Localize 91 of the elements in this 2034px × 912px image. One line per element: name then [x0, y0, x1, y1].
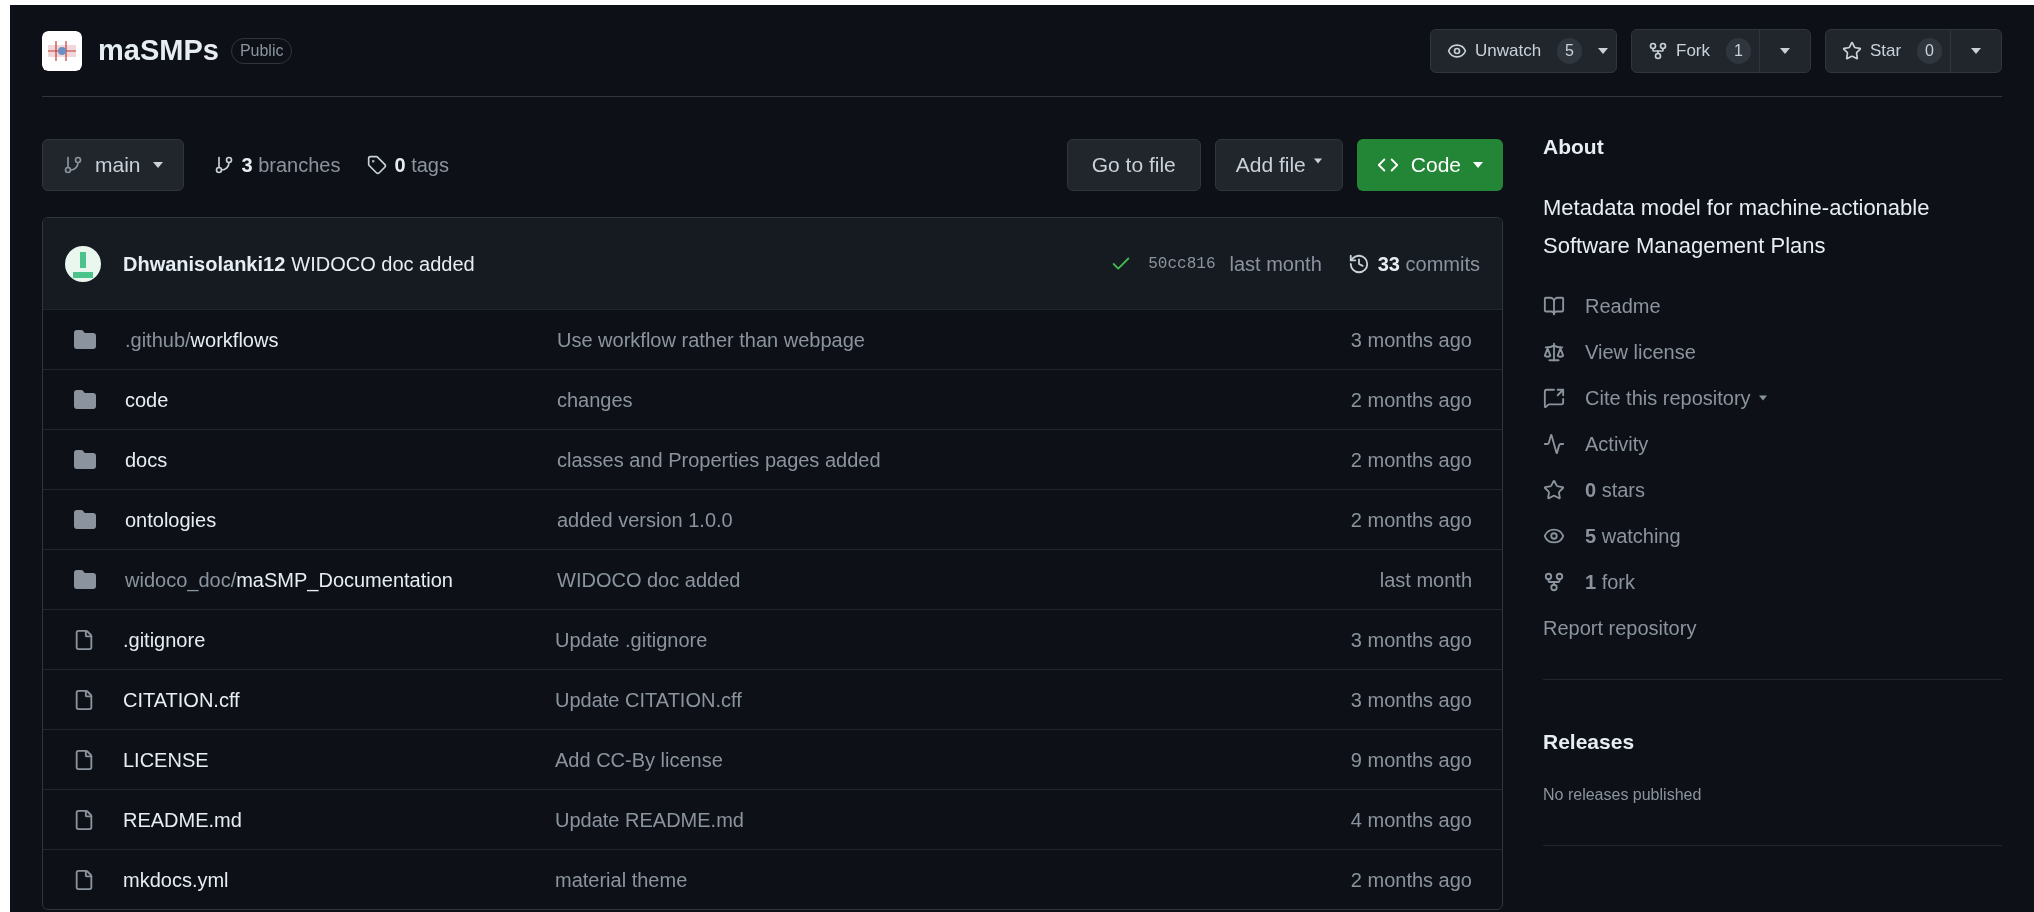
- sidebar-link[interactable]: View license: [1585, 336, 1696, 367]
- code-button[interactable]: Code: [1356, 139, 1503, 191]
- file-icon: [73, 688, 95, 711]
- commit-time: 2 months ago: [1350, 867, 1472, 893]
- commit-message-link[interactable]: changes: [557, 384, 1351, 415]
- commit-message-link[interactable]: added version 1.0.0: [557, 504, 1351, 535]
- commit-time: 4 months ago: [1350, 807, 1472, 833]
- commit-message-link[interactable]: Update CITATION.cff: [555, 684, 1351, 715]
- commit-time: last month: [1379, 567, 1472, 593]
- commit-message-link[interactable]: classes and Properties pages added: [557, 444, 1351, 475]
- file-icon: [73, 808, 95, 831]
- commit-time: 2 months ago: [1350, 387, 1472, 413]
- sidebar-link[interactable]: Activity: [1585, 428, 1649, 459]
- releases-heading: Releases: [1543, 728, 1636, 755]
- about-heading: About: [1543, 134, 1605, 160]
- repo-description: Metadata model for machine-actionable Software Management Plans: [1543, 193, 1931, 260]
- commit-message-link[interactable]: Update .gitignore: [555, 624, 1351, 655]
- tags-link[interactable]: 0 tags: [366, 150, 449, 180]
- commits-link[interactable]: 33 commits: [1377, 248, 1480, 279]
- branch-select[interactable]: main: [42, 139, 184, 191]
- file-link[interactable]: ontologies: [125, 504, 557, 535]
- caret-icon: [1473, 162, 1483, 168]
- commit-message-link[interactable]: Add CC-By license: [555, 744, 1351, 775]
- counter: 1: [1726, 37, 1751, 64]
- folder-icon: [73, 387, 97, 412]
- folder-icon: [73, 567, 97, 592]
- caret-icon: [1313, 158, 1322, 164]
- book-icon: [1543, 294, 1565, 317]
- add-file-button[interactable]: Add file: [1214, 139, 1343, 191]
- tag-icon: [366, 155, 387, 175]
- caret-icon: [1758, 394, 1767, 401]
- caret-icon: [1779, 47, 1790, 54]
- commit-time: 9 months ago: [1350, 747, 1472, 773]
- sidebar-link[interactable]: 1 fork: [1585, 566, 1636, 597]
- commit-message[interactable]: WIDOCO doc added: [291, 248, 475, 279]
- pulse-icon: [1543, 432, 1565, 455]
- sidebar-link[interactable]: 0 stars: [1585, 474, 1646, 505]
- commit-sha[interactable]: 50cc816: [1148, 251, 1216, 276]
- commit-message-link[interactable]: Update README.md: [555, 804, 1351, 835]
- folder-icon: [73, 447, 97, 472]
- file-icon: [73, 868, 95, 891]
- commit-time: 3 months ago: [1350, 627, 1472, 653]
- report-link[interactable]: Report repository: [1543, 612, 2002, 643]
- folder-icon: [73, 327, 97, 352]
- commit-message-link[interactable]: WIDOCO doc added: [557, 564, 1380, 595]
- folder-icon: [73, 507, 97, 532]
- sidebar-link[interactable]: Cite this repository: [1585, 382, 1767, 413]
- file-link[interactable]: CITATION.cff: [123, 684, 555, 715]
- history-icon: [1347, 252, 1370, 275]
- quote-share-icon: [1543, 386, 1565, 409]
- repo-logo-icon: [42, 30, 82, 71]
- star-icon: [1543, 478, 1565, 501]
- file-link[interactable]: LICENSE: [123, 744, 555, 775]
- commit-time: 3 months ago: [1350, 327, 1472, 353]
- sidebar-link[interactable]: Readme: [1585, 290, 1661, 321]
- counter: 5: [1557, 37, 1582, 64]
- commit-time: 3 months ago: [1350, 687, 1472, 713]
- file-link[interactable]: mkdocs.yml: [123, 864, 555, 895]
- scale-icon: [1543, 340, 1565, 363]
- counter: 0: [1917, 37, 1942, 64]
- caret-icon: [1971, 47, 1981, 54]
- caret-icon: [152, 162, 163, 168]
- releases-note: No releases published: [1543, 785, 1703, 805]
- file-icon: [73, 748, 95, 771]
- commit-message-link[interactable]: Use workflow rather than webpage: [557, 324, 1351, 355]
- avatar-icon: [65, 245, 101, 282]
- file-link[interactable]: .github/workflows: [125, 324, 557, 355]
- fork-icon: [1648, 40, 1668, 61]
- star-button[interactable]: Star: [1825, 29, 1918, 72]
- file-link[interactable]: .gitignore: [123, 624, 555, 655]
- fork-button[interactable]: Fork: [1632, 29, 1726, 72]
- file-link[interactable]: code: [125, 384, 557, 415]
- star-icon: [1841, 40, 1862, 61]
- branch-icon: [63, 155, 83, 175]
- commit-time: last month: [1229, 251, 1322, 277]
- repo-name[interactable]: maSMPs: [98, 28, 219, 73]
- branches-link[interactable]: 3 branches: [213, 150, 341, 180]
- go-to-file-button[interactable]: Go to file: [1066, 139, 1201, 191]
- caret-icon: [1598, 47, 1608, 54]
- file-link[interactable]: README.md: [123, 804, 555, 835]
- file-icon: [73, 628, 95, 651]
- commit-time: 2 months ago: [1350, 507, 1472, 533]
- file-link[interactable]: docs: [125, 444, 557, 475]
- commit-author[interactable]: Dhwanisolanki12: [123, 248, 286, 279]
- file-link[interactable]: widoco_doc/maSMP_Documentation: [125, 564, 557, 595]
- fork-icon: [1543, 570, 1565, 593]
- sidebar-link[interactable]: 5 watching: [1585, 520, 1681, 551]
- commit-time: 2 months ago: [1350, 447, 1472, 473]
- watch-button[interactable]: Unwatch: [1430, 29, 1558, 72]
- branch-icon: [213, 155, 234, 175]
- commit-message-link[interactable]: material theme: [555, 864, 1351, 895]
